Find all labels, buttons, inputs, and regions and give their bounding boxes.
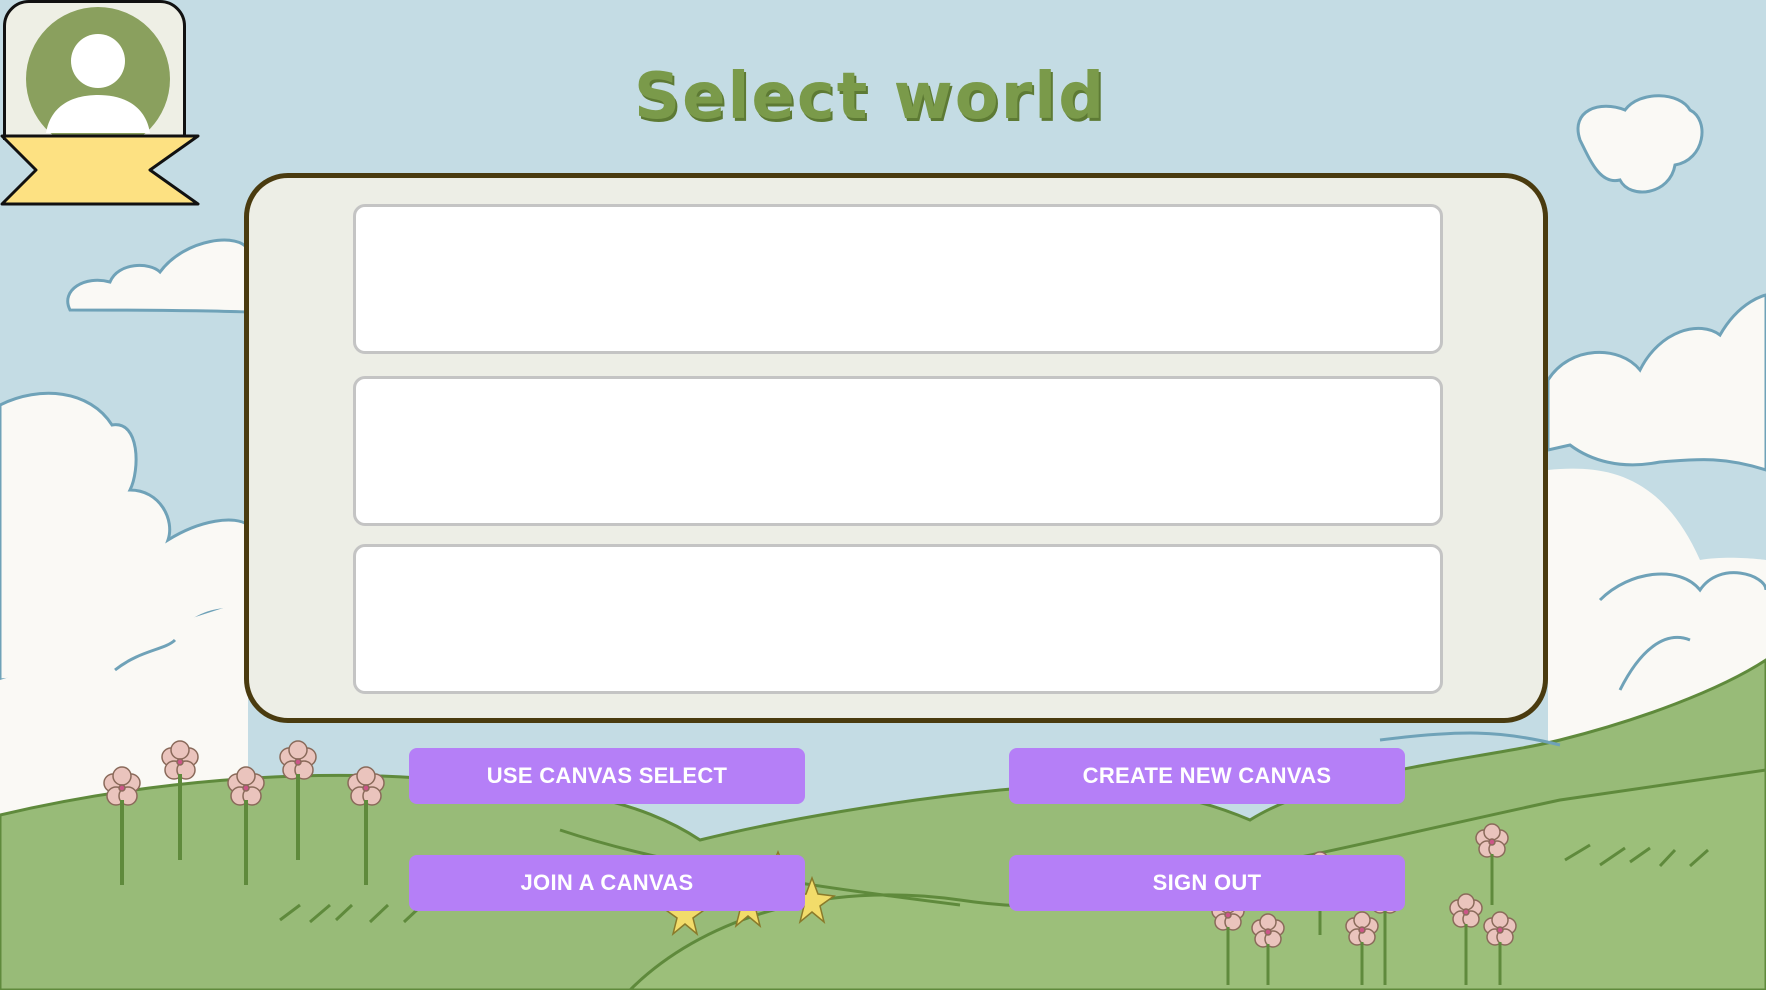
world-slot-3[interactable] [353,544,1443,694]
join-canvas-button[interactable]: JOIN A CANVAS [409,855,805,911]
world-list-panel [244,173,1548,723]
page-title: Select world [633,60,1107,134]
user-avatar-icon [26,7,170,137]
world-slot-1[interactable] [353,204,1443,354]
create-new-canvas-button[interactable]: CREATE NEW CANVAS [1009,748,1405,804]
world-slot-2[interactable] [353,376,1443,526]
use-canvas-select-button[interactable]: USE CANVAS SELECT [409,748,805,804]
name-ribbon-icon [0,134,200,206]
user-avatar[interactable] [3,0,186,140]
sign-out-button[interactable]: SIGN OUT [1009,855,1405,911]
